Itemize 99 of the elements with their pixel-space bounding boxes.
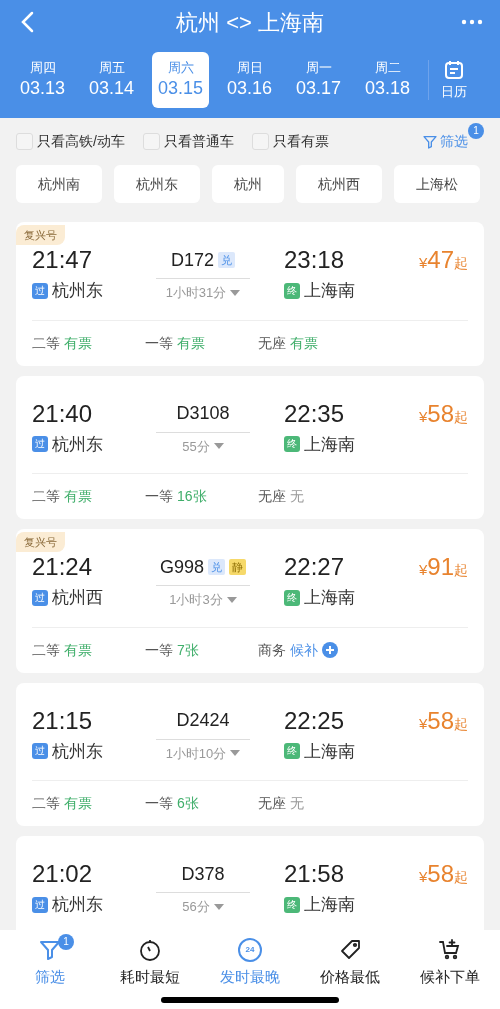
seat-availability: 无 bbox=[290, 487, 304, 506]
price: ¥58起 bbox=[417, 399, 468, 429]
price: ¥47起 bbox=[417, 246, 468, 275]
seat-availability: 有票 bbox=[290, 333, 318, 353]
timer-icon bbox=[138, 938, 162, 962]
train-feature-tag: 兑 bbox=[208, 559, 225, 575]
terminal-station-tag: 终 bbox=[284, 436, 300, 453]
price: ¥58起 bbox=[417, 706, 468, 736]
train-card[interactable]: 21:02 过 杭州东 D378 56分 21:58 终 上海南 ¥58起 bbox=[16, 836, 484, 930]
seat-class: 二等 bbox=[32, 640, 60, 660]
price: ¥91起 bbox=[417, 553, 468, 582]
seat-availability: 6张 bbox=[177, 794, 199, 813]
train-number: D378 bbox=[181, 862, 225, 886]
arrival-station: 上海南 bbox=[304, 433, 355, 456]
seat-availability: 7张 bbox=[177, 640, 199, 660]
filter-icon bbox=[422, 133, 438, 150]
train-number: D2424 bbox=[176, 709, 230, 732]
departure-time: 21:40 bbox=[32, 399, 94, 428]
price-tag-icon bbox=[338, 938, 362, 962]
count-badge: 1 bbox=[58, 934, 74, 950]
seat-availability: 16张 bbox=[177, 487, 207, 506]
arrival-time: 23:18 bbox=[284, 246, 346, 274]
seat-class: 二等 bbox=[32, 487, 60, 506]
departure-time: 21:02 bbox=[32, 860, 94, 888]
seat-availability: 无 bbox=[290, 794, 304, 813]
train-type-badge: 复兴号 bbox=[16, 225, 65, 245]
arrival-station: 上海南 bbox=[304, 587, 355, 609]
train-feature-tag: 兑 bbox=[218, 252, 235, 268]
station-chip[interactable]: 杭州 bbox=[212, 165, 284, 203]
seat-availability: 候补 bbox=[290, 640, 318, 660]
caret-icon bbox=[226, 596, 237, 603]
seat-class: 无座 bbox=[258, 487, 286, 506]
arrival-time: 22:35 bbox=[284, 399, 346, 428]
filter-checkbox[interactable]: 只看有票 bbox=[251, 131, 329, 152]
terminal-station-tag: 终 bbox=[284, 896, 300, 913]
departure-station: 杭州东 bbox=[52, 433, 103, 456]
toolbar-tab[interactable]: 候补下单 bbox=[400, 938, 500, 989]
plus-icon[interactable] bbox=[322, 642, 338, 658]
arrival-station: 上海南 bbox=[304, 280, 355, 302]
seat-class: 一等 bbox=[145, 640, 173, 660]
train-card[interactable]: 复兴号 21:24 过 杭州西 G998 兑 静 1小时3分 22:27 终 上海南 ¥91起 二等 有票 一等 7张 商务 候补 bbox=[16, 529, 484, 673]
train-card[interactable]: 21:40 过 杭州东 D3108 55分 22:35 终 上海南 ¥58起 二等 有票 一等 16张 无座 无 bbox=[16, 375, 484, 519]
train-card[interactable]: 21:15 过 杭州东 D2424 1小时10分 22:25 终 上海南 ¥58起 二等 有票 一等 6张 无座 无 bbox=[16, 682, 484, 826]
train-number: G998 bbox=[159, 555, 204, 579]
departure-time: 21:24 bbox=[32, 553, 94, 581]
price: ¥58起 bbox=[417, 860, 468, 889]
terminal-station-tag: 终 bbox=[284, 589, 300, 606]
pass-station-tag: 过 bbox=[32, 282, 48, 299]
departure-time: 21:47 bbox=[32, 246, 94, 274]
departure-station: 杭州东 bbox=[52, 894, 103, 916]
clock-icon: 24 bbox=[238, 938, 262, 962]
terminal-station-tag: 终 bbox=[284, 743, 300, 760]
seat-class: 一等 bbox=[145, 333, 173, 353]
seat-class: 二等 bbox=[32, 794, 60, 813]
seat-class: 一等 bbox=[145, 794, 173, 813]
seat-class: 二等 bbox=[32, 333, 60, 353]
count-badge: 1 bbox=[468, 123, 484, 139]
toolbar-tab[interactable]: 价格最低 bbox=[300, 938, 400, 989]
pass-station-tag: 过 bbox=[32, 743, 48, 760]
seat-availability: 有票 bbox=[64, 794, 92, 813]
arrival-station: 上海南 bbox=[304, 740, 355, 763]
arrival-time: 22:25 bbox=[284, 706, 346, 735]
train-card[interactable]: 复兴号 21:47 过 杭州东 D172 兑 1小时31分 23:18 终 上海南 ¥47起 二等 有票 一等 有票 无座 有票 bbox=[16, 222, 484, 366]
seat-availability: 有票 bbox=[64, 487, 92, 506]
seat-class: 无座 bbox=[258, 794, 286, 813]
pass-station-tag: 过 bbox=[32, 589, 48, 606]
caret-icon bbox=[230, 750, 241, 757]
seat-class: 无座 bbox=[258, 333, 286, 353]
toolbar-tab[interactable]: 耗时最短 bbox=[100, 938, 200, 989]
seat-class: 一等 bbox=[145, 487, 173, 506]
train-type-badge: 复兴号 bbox=[16, 532, 65, 552]
pass-station-tag: 过 bbox=[32, 896, 48, 913]
route-title: 杭州 <> 上海南 bbox=[175, 8, 325, 37]
departure-station: 杭州东 bbox=[52, 740, 103, 763]
filter-checkbox[interactable]: 只看高铁/动车 bbox=[16, 131, 125, 152]
departure-station: 杭州东 bbox=[52, 280, 103, 302]
train-number: D3108 bbox=[176, 402, 230, 425]
caret-icon bbox=[230, 289, 241, 296]
departure-station: 杭州西 bbox=[52, 587, 103, 609]
departure-time: 21:15 bbox=[32, 706, 94, 735]
station-chip[interactable]: 杭州南 bbox=[16, 165, 102, 203]
train-feature-tag: 静 bbox=[229, 559, 246, 575]
terminal-station-tag: 终 bbox=[284, 282, 300, 299]
station-chip[interactable]: 杭州西 bbox=[296, 165, 382, 203]
arrival-time: 22:27 bbox=[284, 553, 346, 581]
seat-class: 商务 bbox=[258, 640, 286, 660]
pass-station-tag: 过 bbox=[32, 436, 48, 453]
arrival-time: 21:58 bbox=[284, 860, 346, 888]
seat-availability: 有票 bbox=[177, 333, 205, 353]
cart-icon bbox=[438, 938, 462, 962]
train-number: D172 bbox=[171, 248, 214, 272]
station-chip[interactable]: 上海松 bbox=[394, 165, 480, 203]
arrival-station: 上海南 bbox=[304, 894, 355, 916]
seat-availability: 有票 bbox=[64, 640, 92, 660]
caret-icon bbox=[213, 443, 224, 450]
seat-availability: 有票 bbox=[64, 333, 92, 353]
caret-icon bbox=[213, 903, 224, 910]
station-chip[interactable]: 杭州东 bbox=[114, 165, 200, 203]
filter-checkbox[interactable]: 只看普通车 bbox=[142, 131, 234, 152]
